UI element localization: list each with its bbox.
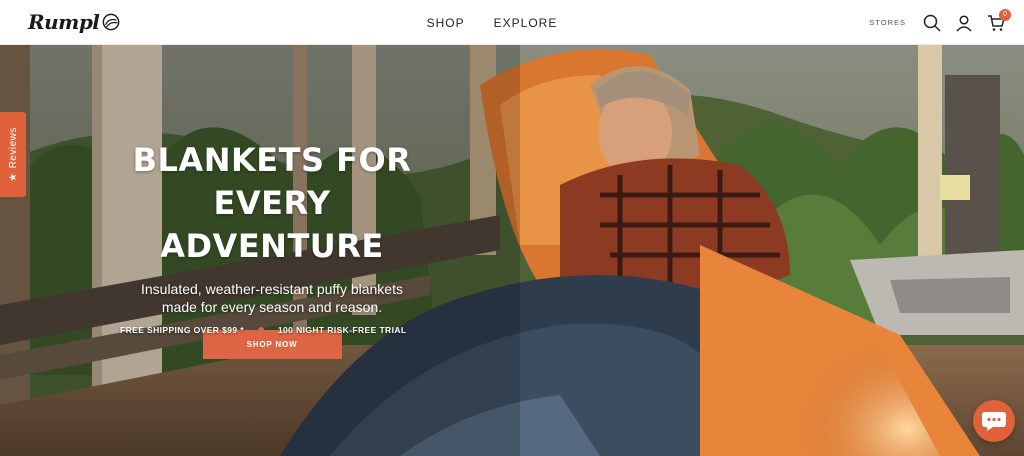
chat-icon — [982, 412, 1006, 431]
perk-separator-dot — [257, 327, 264, 333]
chat-button[interactable] — [973, 400, 1015, 442]
reviews-tab-label: Reviews — [7, 127, 19, 169]
star-icon: ★ — [7, 172, 19, 182]
perks-bar: FREE SHIPPING OVER $99 * 100 NIGHT RISK-… — [120, 325, 406, 335]
cart-icon[interactable]: 0 — [986, 8, 1011, 33]
hero-headline-line-1: BLANKETS FOR — [132, 141, 412, 179]
logo[interactable]: Rumpl — [28, 9, 120, 35]
reviews-tab[interactable]: ★ Reviews — [0, 112, 26, 197]
logo-mark-icon — [103, 13, 120, 31]
logo-text: Rumpl — [28, 10, 100, 34]
nav-item-explore[interactable]: EXPLORE — [494, 12, 558, 34]
hero-subtext-line-2: made for every season and reason. — [161, 299, 383, 315]
cart-count-badge: 0 — [999, 8, 1011, 21]
hero-subtext: Insulated, weather-resistant puffy blank… — [100, 280, 444, 316]
site-header: Rumpl SHOP EXPLORE STORES 0 — [0, 0, 1024, 45]
perk-free-shipping: FREE SHIPPING OVER $99 * — [120, 325, 244, 335]
hero-headline: BLANKETS FOR EVERY ADVENTURE — [100, 139, 444, 268]
header-utilities: STORES 0 — [869, 0, 1011, 45]
hero-banner: BLANKETS FOR EVERY ADVENTURE Insulated, … — [0, 45, 1024, 456]
hero-subtext-line-1: Insulated, weather-resistant puffy blank… — [140, 281, 403, 297]
hero-headline-line-2: EVERY ADVENTURE — [160, 184, 384, 265]
stores-link[interactable]: STORES — [869, 18, 906, 27]
search-icon[interactable] — [922, 13, 942, 33]
account-icon[interactable] — [954, 13, 974, 33]
nav-item-shop[interactable]: SHOP — [427, 12, 465, 34]
reviews-tab-content: ★ Reviews — [8, 127, 19, 182]
perk-risk-free-trial: 100 NIGHT RISK-FREE TRIAL — [277, 325, 407, 335]
